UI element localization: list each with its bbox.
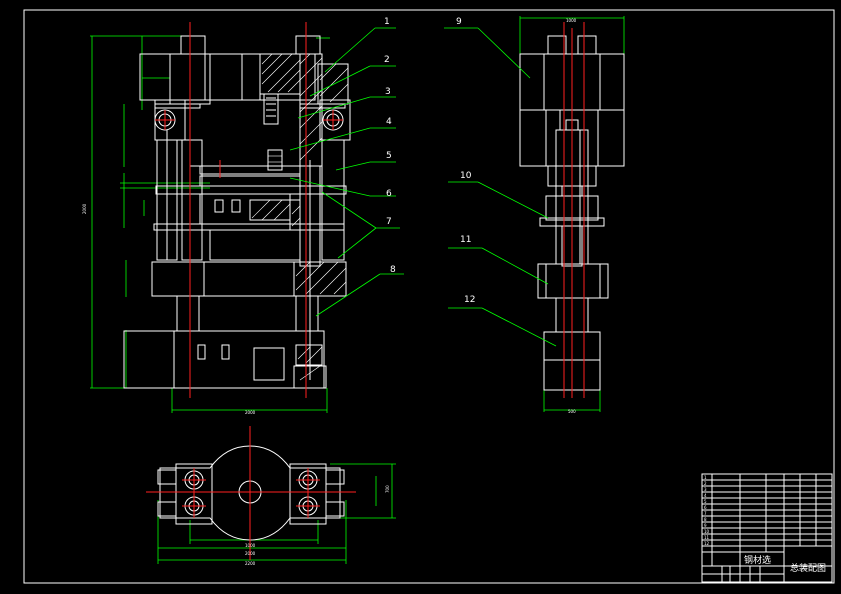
drawing-title: 总装配图 bbox=[790, 562, 826, 574]
callout-11: 11 bbox=[460, 235, 471, 245]
title-block: 钢材选 总装配图 123 456 789 101112 bbox=[701, 473, 833, 583]
assembly-drawing-canvas: 2000 2000 1 2 3 4 5 6 7 8 1000 500 9 10 … bbox=[23, 9, 835, 584]
top-view: 1000 2000 2200 700 bbox=[146, 426, 396, 566]
svg-text:2: 2 bbox=[704, 481, 707, 486]
svg-text:1: 1 bbox=[704, 475, 707, 480]
callout-10: 10 bbox=[460, 171, 472, 181]
svg-text:8: 8 bbox=[704, 517, 707, 522]
svg-text:500: 500 bbox=[568, 409, 576, 414]
title-block-name-cell: 钢材选 bbox=[744, 554, 771, 566]
svg-text:5: 5 bbox=[704, 499, 707, 504]
callout-2: 2 bbox=[384, 55, 390, 65]
callout-6: 6 bbox=[386, 189, 392, 199]
svg-text:2200: 2200 bbox=[245, 561, 256, 566]
svg-text:7: 7 bbox=[704, 511, 707, 516]
svg-text:9: 9 bbox=[704, 523, 707, 528]
svg-text:4: 4 bbox=[704, 493, 707, 498]
side-view: 1000 500 bbox=[519, 16, 625, 414]
svg-text:3: 3 bbox=[704, 487, 707, 492]
callout-leaders-side: 9 10 11 12 bbox=[444, 17, 557, 347]
callout-7: 7 bbox=[386, 217, 392, 227]
svg-text:12: 12 bbox=[704, 541, 710, 546]
svg-text:700: 700 bbox=[385, 485, 390, 493]
callout-3: 3 bbox=[385, 87, 391, 97]
svg-text:2000: 2000 bbox=[82, 203, 87, 214]
callout-12: 12 bbox=[464, 295, 475, 305]
callout-8: 8 bbox=[390, 265, 396, 275]
svg-text:1000: 1000 bbox=[566, 18, 577, 23]
callout-9: 9 bbox=[456, 17, 462, 27]
callout-1: 1 bbox=[384, 17, 390, 27]
svg-text:6: 6 bbox=[704, 505, 707, 510]
svg-text:11: 11 bbox=[704, 535, 710, 540]
svg-text:2000: 2000 bbox=[245, 410, 256, 415]
front-view: 2000 2000 bbox=[82, 22, 351, 415]
svg-text:10: 10 bbox=[704, 529, 710, 534]
callout-5: 5 bbox=[386, 151, 392, 161]
callout-4: 4 bbox=[386, 117, 392, 127]
